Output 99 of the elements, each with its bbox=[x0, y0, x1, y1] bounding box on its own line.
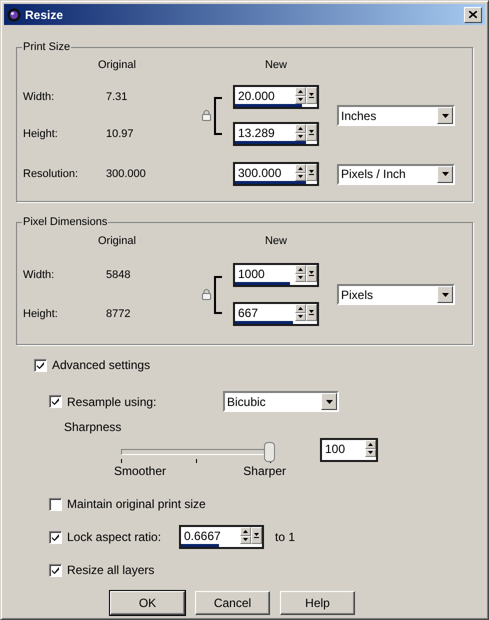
checkmark-icon bbox=[36, 360, 45, 370]
dropdown-button[interactable] bbox=[306, 164, 317, 181]
checkbox[interactable] bbox=[49, 530, 62, 544]
dropdown-button[interactable] bbox=[251, 527, 262, 544]
field-label: Width: bbox=[23, 91, 56, 103]
dialog-button[interactable]: OK bbox=[110, 591, 185, 615]
bracket-line bbox=[214, 96, 222, 134]
spin-up-button[interactable] bbox=[295, 164, 306, 172]
down-arrow-icon bbox=[442, 114, 448, 118]
column-header: New bbox=[264, 59, 287, 71]
checkbox-label[interactable]: Advanced settings bbox=[52, 358, 150, 372]
down-arrow-icon bbox=[298, 135, 303, 138]
field-label: Height: bbox=[23, 308, 59, 320]
checkbox-label[interactable]: Resample using: bbox=[67, 394, 223, 408]
down-arrow-icon bbox=[309, 130, 314, 135]
spin-up-button[interactable] bbox=[365, 440, 376, 448]
group-title: Print Size bbox=[22, 41, 72, 53]
down-arrow-icon bbox=[298, 98, 303, 102]
spin-up-button[interactable] bbox=[240, 527, 251, 536]
down-arrow-icon bbox=[298, 315, 303, 318]
original-value: 5848 bbox=[105, 269, 130, 281]
dropdown-button[interactable] bbox=[321, 393, 337, 410]
number-field[interactable]: 100 bbox=[320, 438, 378, 462]
down-arrow-icon bbox=[298, 276, 303, 280]
down-arrow-icon bbox=[368, 451, 373, 454]
down-arrow-icon bbox=[326, 400, 332, 404]
number-field[interactable]: 0.6667 bbox=[179, 525, 264, 549]
down-arrow-icon bbox=[442, 172, 448, 176]
dropdown-button[interactable] bbox=[306, 124, 317, 141]
down-arrow-icon bbox=[309, 310, 314, 315]
slider-min-label: Smoother bbox=[114, 464, 166, 478]
slider-max-label: Sharper bbox=[243, 464, 286, 478]
up-arrow-icon bbox=[298, 90, 303, 93]
dropdown[interactable]: Inches bbox=[337, 105, 455, 126]
checkbox[interactable] bbox=[49, 395, 62, 408]
bracket-line bbox=[214, 276, 222, 314]
dropdown-button[interactable] bbox=[437, 107, 453, 124]
field-label: Height: bbox=[23, 128, 59, 140]
lock-icon bbox=[202, 110, 211, 121]
close-button[interactable] bbox=[464, 6, 482, 22]
down-arrow-icon bbox=[243, 538, 248, 542]
original-value: 10.97 bbox=[105, 128, 134, 140]
number-field[interactable]: 13.289 bbox=[233, 122, 319, 146]
dialog-button[interactable]: Cancel bbox=[195, 591, 270, 615]
up-arrow-icon bbox=[243, 530, 248, 533]
checkbox-label[interactable]: Maintain original print size bbox=[67, 497, 206, 511]
lock-icon bbox=[202, 289, 211, 300]
original-value: 300.000 bbox=[105, 168, 146, 180]
up-arrow-icon bbox=[298, 166, 303, 170]
slider-thumb[interactable] bbox=[264, 442, 275, 462]
column-header: Original bbox=[98, 235, 136, 247]
checkmark-icon bbox=[51, 532, 60, 542]
spin-down-button[interactable] bbox=[365, 448, 376, 457]
up-arrow-icon bbox=[298, 126, 303, 130]
checkmark-icon bbox=[51, 566, 60, 574]
column-header: Original bbox=[98, 59, 136, 71]
number-field[interactable]: 300.000 bbox=[233, 162, 319, 186]
down-arrow-icon bbox=[309, 170, 314, 175]
checkbox[interactable] bbox=[34, 358, 47, 372]
spin-up-button[interactable] bbox=[295, 304, 306, 312]
checkbox[interactable] bbox=[49, 564, 62, 576]
field-label: Resolution: bbox=[23, 168, 80, 180]
app-icon bbox=[7, 8, 21, 22]
up-arrow-icon bbox=[298, 268, 303, 271]
dropdown-button[interactable] bbox=[437, 286, 453, 303]
dropdown-button[interactable] bbox=[306, 304, 317, 321]
down-arrow-icon bbox=[442, 292, 448, 296]
checkmark-icon bbox=[51, 397, 60, 406]
slider-label: Sharpness bbox=[64, 420, 122, 434]
close-icon bbox=[469, 11, 477, 18]
number-field[interactable]: 20.000 bbox=[233, 85, 319, 109]
dropdown-button[interactable] bbox=[437, 166, 453, 182]
column-header: New bbox=[264, 235, 287, 247]
checkbox-label[interactable]: Resize all layers bbox=[67, 563, 179, 577]
number-field[interactable]: 1000 bbox=[233, 263, 319, 287]
dialog-button[interactable]: Help bbox=[280, 591, 355, 615]
down-arrow-icon bbox=[254, 533, 259, 538]
down-arrow-icon bbox=[309, 271, 314, 276]
dropdown[interactable]: Pixels bbox=[337, 284, 455, 305]
window-title: Resize bbox=[25, 8, 64, 22]
dropdown[interactable]: Pixels / Inch bbox=[337, 164, 455, 184]
original-value: 8772 bbox=[105, 308, 130, 320]
field-label: Width: bbox=[23, 269, 56, 281]
up-arrow-icon bbox=[368, 442, 373, 446]
dropdown-button[interactable] bbox=[306, 87, 317, 104]
up-arrow-icon bbox=[298, 306, 303, 310]
down-arrow-icon bbox=[309, 93, 314, 98]
ratio-suffix: to 1 bbox=[275, 530, 296, 544]
down-arrow-icon bbox=[298, 175, 303, 178]
checkbox-label[interactable]: Lock aspect ratio: bbox=[67, 530, 179, 544]
dropdown-button[interactable] bbox=[306, 265, 317, 282]
checkbox[interactable] bbox=[49, 498, 62, 510]
dropdown[interactable]: Bicubic bbox=[223, 391, 339, 412]
number-field[interactable]: 667 bbox=[233, 302, 319, 326]
spin-up-button[interactable] bbox=[295, 265, 306, 274]
spin-up-button[interactable] bbox=[295, 87, 306, 96]
spin-up-button[interactable] bbox=[295, 124, 306, 132]
original-value: 7.31 bbox=[105, 91, 128, 103]
group-title: Pixel Dimensions bbox=[22, 216, 108, 228]
